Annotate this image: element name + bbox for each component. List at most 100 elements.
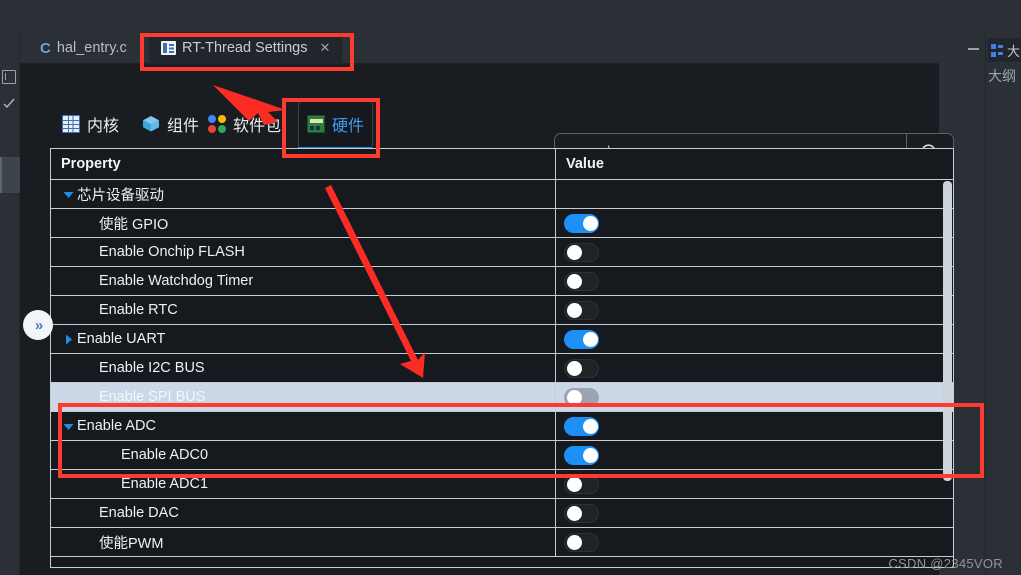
property-cell: Enable UART — [51, 325, 556, 354]
property-cell: Enable Onchip FLASH — [51, 238, 556, 267]
table-row[interactable]: Enable ADC1 — [51, 470, 953, 499]
value-cell — [556, 296, 953, 325]
ide-top-chrome — [0, 0, 1021, 32]
table-body: 芯片设备驱动使能 GPIO Enable Onchip FLASH Enable W… — [51, 180, 953, 557]
toggle-switch[interactable] — [564, 388, 599, 407]
expand-sidebar-button[interactable]: » — [23, 310, 53, 340]
value-cell — [556, 354, 953, 383]
property-cell: 芯片设备驱动 — [51, 180, 556, 209]
property-label: Enable ADC — [77, 418, 156, 434]
category-tab-packages[interactable]: 软件包 — [200, 104, 289, 144]
component-cube-icon — [142, 115, 160, 133]
watermark: CSDN @2345VOR — [888, 556, 1003, 571]
value-cell — [556, 528, 953, 557]
toggle-switch[interactable] — [564, 359, 599, 378]
outline-icon — [991, 44, 1004, 57]
editor-tab-hal-entry[interactable]: C hal_entry.c — [28, 32, 139, 64]
value-cell — [556, 209, 953, 238]
table-row[interactable]: Enable Onchip FLASH — [51, 238, 953, 267]
outline-panel: 大 大纲 — [985, 32, 1021, 575]
category-tab-hardware[interactable]: 硬件 — [298, 100, 373, 147]
table-row[interactable]: 使能 GPIO — [51, 209, 953, 238]
property-cell: Enable Watchdog Timer — [51, 267, 556, 296]
table-row[interactable]: Enable I2C BUS — [51, 354, 953, 383]
chevron-down-icon[interactable] — [59, 420, 77, 433]
toggle-switch[interactable] — [564, 301, 599, 320]
editor-tab-label: hal_entry.c — [57, 40, 127, 56]
panel-layout-icon[interactable] — [2, 70, 16, 84]
close-icon[interactable]: ✕ — [319, 40, 330, 56]
value-cell — [556, 499, 953, 528]
category-tab-label: 组件 — [167, 112, 199, 136]
property-label: 使能 GPIO — [99, 213, 168, 234]
editor-tabbar: C hal_entry.c RT-Thread Settings ✕ — [20, 32, 939, 64]
chevron-down-icon[interactable] — [59, 188, 77, 201]
editor-tab-rt-thread-settings[interactable]: RT-Thread Settings ✕ — [149, 32, 342, 64]
table-row[interactable]: Enable DAC — [51, 499, 953, 528]
toggle-switch[interactable] — [564, 243, 599, 262]
outline-tab-label: 大 — [1007, 41, 1020, 60]
table-row[interactable]: 芯片设备驱动 — [51, 180, 953, 209]
minimize-icon[interactable] — [968, 47, 979, 50]
toggle-switch[interactable] — [564, 504, 599, 523]
toggle-switch[interactable] — [564, 272, 599, 291]
property-label: Enable RTC — [99, 302, 178, 318]
table-row[interactable]: Enable RTC — [51, 296, 953, 325]
rail-selected-item[interactable] — [0, 157, 20, 193]
rt-thread-settings-editor: 内核 组件 软件包 硬件 — [20, 64, 939, 575]
hardware-board-icon — [307, 115, 325, 133]
toggle-switch[interactable] — [564, 330, 599, 349]
column-header-property: Property — [51, 149, 556, 180]
property-label: Enable ADC1 — [121, 476, 208, 492]
property-table: Property Value 芯片设备驱动使能 GPIO Enable Onchi… — [50, 148, 954, 568]
category-tab-label: 内核 — [87, 112, 119, 136]
toggle-switch[interactable] — [564, 214, 599, 233]
column-header-value: Value — [556, 149, 953, 180]
table-header-row: Property Value — [51, 149, 953, 180]
toggle-switch[interactable] — [564, 533, 599, 552]
toggle-switch[interactable] — [564, 446, 599, 465]
property-label: 芯片设备驱动 — [77, 184, 164, 205]
rt-settings-icon — [161, 41, 176, 55]
table-row[interactable]: 使能PWM — [51, 528, 953, 557]
outline-panel-label: 大纲 — [988, 66, 1016, 86]
checkmark-icon[interactable] — [3, 98, 15, 108]
category-tab-components[interactable]: 组件 — [134, 104, 207, 144]
chevron-right-icon[interactable] — [59, 333, 77, 346]
property-label: Enable SPI BUS — [99, 389, 205, 405]
value-cell — [556, 238, 953, 267]
category-tab-label: 软件包 — [233, 112, 281, 136]
table-row[interactable]: Enable ADC — [51, 412, 953, 441]
table-row[interactable]: Enable UART — [51, 325, 953, 354]
table-row[interactable]: Enable SPI BUS — [51, 383, 953, 412]
outline-tab[interactable]: 大 — [988, 38, 1021, 62]
toggle-switch[interactable] — [564, 417, 599, 436]
value-cell — [556, 325, 953, 354]
value-cell — [556, 441, 953, 470]
property-cell: Enable ADC0 — [51, 441, 556, 470]
value-cell — [556, 267, 953, 296]
property-label: Enable I2C BUS — [99, 360, 205, 376]
property-cell: Enable ADC1 — [51, 470, 556, 499]
property-label: Enable DAC — [99, 505, 179, 521]
property-label: Enable Onchip FLASH — [99, 244, 245, 260]
property-cell: Enable SPI BUS — [51, 383, 556, 412]
property-label: Enable ADC0 — [121, 447, 208, 463]
scrollbar-thumb[interactable] — [943, 181, 952, 481]
table-row[interactable]: Enable Watchdog Timer — [51, 267, 953, 296]
packages-dots-icon — [208, 115, 226, 133]
property-cell: 使能PWM — [51, 528, 556, 557]
editor-tab-label: RT-Thread Settings — [182, 40, 307, 56]
category-tabbar: 内核 组件 软件包 硬件 — [20, 96, 939, 152]
table-row[interactable]: Enable ADC0 — [51, 441, 953, 470]
category-tab-kernel[interactable]: 内核 — [54, 104, 127, 144]
property-label: 使能PWM — [99, 532, 163, 553]
table-vertical-scrollbar[interactable] — [943, 181, 952, 568]
value-cell — [556, 470, 953, 499]
kernel-grid-icon — [62, 115, 80, 133]
value-cell — [556, 180, 953, 209]
property-cell: Enable DAC — [51, 499, 556, 528]
c-file-icon: C — [40, 40, 51, 57]
toggle-switch[interactable] — [564, 475, 599, 494]
property-cell: 使能 GPIO — [51, 209, 556, 238]
